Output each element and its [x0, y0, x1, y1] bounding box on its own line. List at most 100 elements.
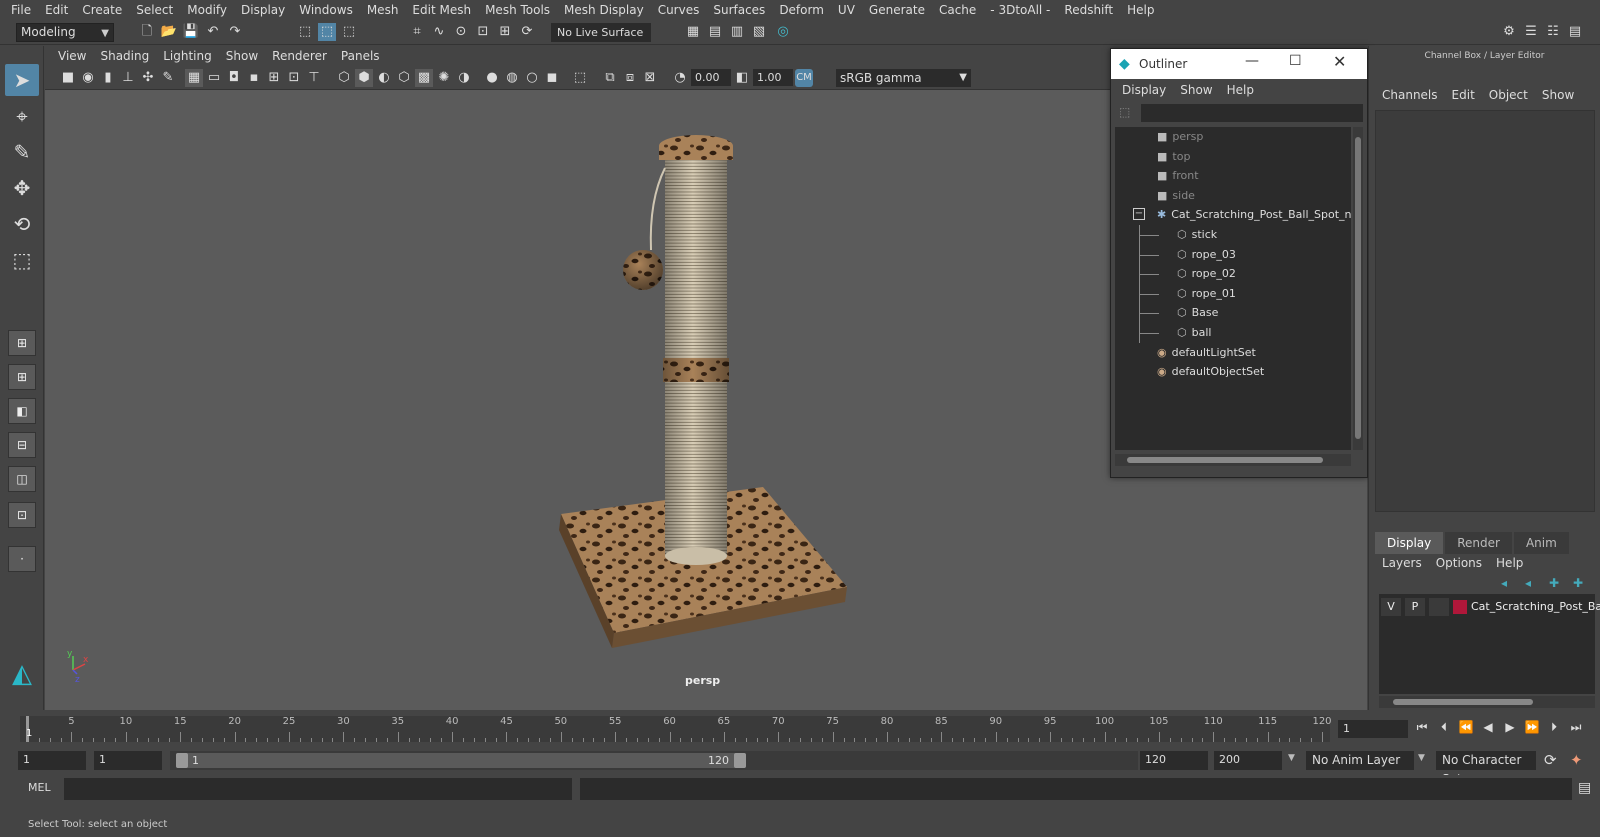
view-transform-dropdown[interactable]: sRGB gamma ▼ [836, 69, 971, 87]
range-slider-bar-fill[interactable]: 1 120 [176, 753, 746, 768]
anim-layer-dropdown[interactable]: No Anim Layer [1306, 751, 1414, 770]
outliner-titlebar[interactable]: ◆ Outliner — ☐ ✕ [1111, 49, 1367, 79]
outliner-menu-show[interactable]: Show [1173, 83, 1219, 97]
menu-mesh-display[interactable]: Mesh Display [557, 0, 651, 20]
menu-cache[interactable]: Cache [932, 0, 983, 20]
wireframe-icon[interactable]: ⬡ [335, 69, 353, 87]
menu-redshift[interactable]: Redshift [1057, 0, 1120, 20]
smooth-shade-icon[interactable]: ⬢ [355, 69, 373, 87]
layer-visibility-toggle[interactable]: V [1381, 598, 1401, 616]
open-scene-icon[interactable]: 📂 [160, 23, 178, 41]
layer-row[interactable]: V P Cat_Scratching_Post_Ball [1379, 598, 1600, 616]
collapse-icon[interactable]: − [1133, 208, 1145, 221]
snap-point-icon[interactable]: ⊙ [452, 23, 470, 41]
menu-mesh-tools[interactable]: Mesh Tools [478, 0, 557, 20]
playback-end-field[interactable]: 120 [1140, 751, 1208, 770]
menu-create[interactable]: Create [75, 0, 129, 20]
scene-end-field[interactable]: 200 [1214, 751, 1282, 770]
grid-toggle-icon[interactable]: ▦ [185, 69, 203, 87]
field-chart-icon[interactable]: ⊞ [265, 69, 283, 87]
graph-layout-icon[interactable]: ⊟ [8, 432, 36, 458]
menu-edit-mesh[interactable]: Edit Mesh [405, 0, 478, 20]
scale-tool-icon[interactable]: ⬚ [5, 244, 39, 276]
hypershade-icon[interactable]: ◎ [774, 23, 792, 41]
select-hierarchy-icon[interactable]: ⬚ [296, 23, 314, 41]
image-plane-icon[interactable]: ⊥ [119, 69, 137, 87]
bookmark-icon[interactable]: ▮ [99, 69, 117, 87]
character-set-dropdown[interactable]: No Character Set [1436, 751, 1536, 786]
script-editor-icon[interactable]: ▤ [1578, 780, 1591, 796]
range-slider-start-handle[interactable] [176, 753, 188, 768]
current-frame-field[interactable]: 1 [1338, 720, 1408, 738]
playback-start-field[interactable]: 1 [94, 751, 162, 770]
minimize-icon[interactable]: — [1245, 53, 1259, 69]
layer-color-swatch[interactable] [1453, 600, 1467, 614]
new-scene-icon[interactable]: 🗋 [138, 23, 156, 41]
play-backwards-icon[interactable]: ◀ [1478, 719, 1498, 735]
gate-mask-icon[interactable]: ▪ [245, 69, 263, 87]
chevron-down-icon[interactable]: ▼ [1288, 753, 1295, 763]
outliner-item[interactable]: ■ top [1157, 147, 1190, 167]
outliner-vertical-scrollbar[interactable] [1353, 127, 1363, 450]
viewport-menu-lighting[interactable]: Lighting [156, 49, 219, 63]
menu-display[interactable]: Display [234, 0, 292, 20]
command-input[interactable] [64, 778, 572, 800]
camera-select-icon[interactable]: ■ [59, 69, 77, 87]
outliner-item[interactable]: ⬡ rope_02 [1177, 264, 1236, 284]
step-forward-key-icon[interactable]: ⏩ [1522, 719, 1542, 735]
select-component-icon[interactable]: ⬚ [340, 23, 358, 41]
snap-curve-icon[interactable]: ∿ [430, 23, 448, 41]
layer-display-type-toggle[interactable] [1429, 598, 1449, 616]
outliner-item[interactable]: ⬡ ball [1177, 323, 1211, 343]
menu-surfaces[interactable]: Surfaces [706, 0, 772, 20]
step-forward-frame-icon[interactable]: ⏵ [1544, 719, 1564, 735]
safe-title-icon[interactable]: ⊤ [305, 69, 323, 87]
menu-edit[interactable]: Edit [38, 0, 75, 20]
channel-box-menu-object[interactable]: Object [1482, 88, 1535, 102]
outliner-item[interactable]: ■ front [1157, 166, 1199, 186]
outliner-horizontal-scrollbar[interactable] [1115, 454, 1351, 466]
render-settings-icon[interactable]: ▦ [684, 23, 702, 41]
auto-key-icon[interactable]: ⟳ [1544, 751, 1557, 769]
paint-select-tool-icon[interactable]: ✎ [5, 136, 39, 168]
three-pane-layout-icon[interactable]: ◫ [8, 466, 36, 492]
attribute-editor-icon[interactable]: ☰ [1522, 23, 1540, 41]
2d-pan-zoom-icon[interactable]: ✣ [139, 69, 157, 87]
outliner-item[interactable]: ⬡ rope_03 [1177, 245, 1236, 265]
outliner-layout-icon[interactable]: ⊡ [8, 502, 36, 528]
new-empty-layer-icon[interactable]: ✚ [1549, 576, 1559, 590]
outliner-search-input[interactable] [1141, 104, 1363, 122]
ipr-render-icon[interactable]: ▥ [728, 23, 746, 41]
scene-start-field[interactable]: 1 [18, 751, 86, 770]
render-view-icon[interactable]: ▧ [750, 23, 768, 41]
grease-pencil-icon[interactable]: ✎ [159, 69, 177, 87]
select-object-icon[interactable]: ⬚ [318, 23, 336, 41]
xray-components-icon[interactable]: ⊠ [641, 69, 659, 87]
channel-box-body[interactable] [1375, 110, 1595, 512]
go-to-start-icon[interactable]: ⏮ [1412, 719, 1432, 735]
snap-surface-icon[interactable]: ⊞ [496, 23, 514, 41]
tab-render[interactable]: Render [1445, 532, 1512, 554]
new-layer-selected-icon[interactable]: ✚ [1573, 576, 1583, 590]
render-frame-icon[interactable]: ▤ [706, 23, 724, 41]
step-back-key-icon[interactable]: ⏪ [1456, 719, 1476, 735]
menu-file[interactable]: File [4, 0, 38, 20]
layer-menu-help[interactable]: Help [1489, 556, 1530, 570]
rotate-tool-icon[interactable]: ⟲ [5, 208, 39, 240]
range-slider-track[interactable]: 1 120 [170, 751, 1138, 770]
menu-set-dropdown[interactable]: Modeling ▼ [16, 23, 114, 42]
two-pane-layout-icon[interactable]: ◧ [8, 398, 36, 424]
play-forwards-icon[interactable]: ▶ [1500, 719, 1520, 735]
scrollbar-thumb[interactable] [1393, 699, 1533, 705]
film-gate-icon[interactable]: ▭ [205, 69, 223, 87]
outliner-item[interactable]: ◉ defaultObjectSet [1157, 362, 1264, 382]
menu-deform[interactable]: Deform [772, 0, 831, 20]
chevron-down-icon[interactable]: ▼ [1418, 753, 1425, 763]
exposure-field[interactable]: 0.00 [691, 69, 731, 86]
close-icon[interactable]: ✕ [1333, 52, 1346, 71]
viewport-menu-panels[interactable]: Panels [334, 49, 387, 63]
tab-anim[interactable]: Anim [1513, 532, 1569, 554]
gamma-icon[interactable]: ◧ [733, 69, 751, 87]
snap-view-icon[interactable]: ⊡ [474, 23, 492, 41]
scrollbar-thumb[interactable] [1355, 137, 1361, 439]
